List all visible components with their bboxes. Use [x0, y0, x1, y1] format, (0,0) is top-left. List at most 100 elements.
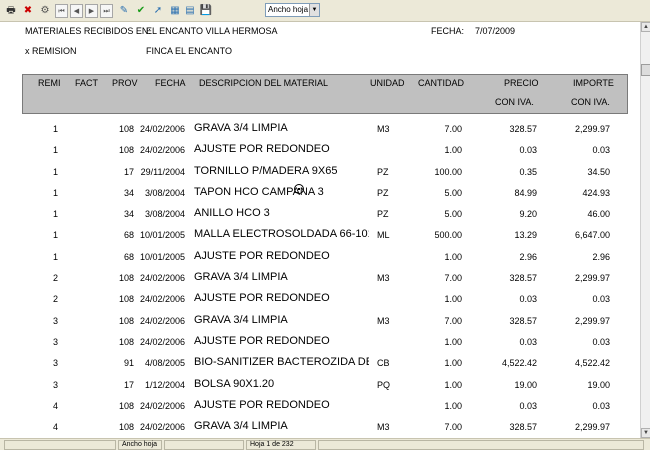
cell-desc: GRAVA 3/4 LIMPIA	[194, 420, 288, 433]
move-cursor-icon	[294, 184, 304, 194]
cell-fecha: 24/02/2006	[139, 294, 185, 305]
cell-prov: 17	[123, 166, 134, 177]
received-value: EL ENCANTO VILLA HERMOSA	[146, 26, 278, 36]
edit-icon[interactable]: ✎	[116, 3, 132, 19]
check-icon[interactable]: ✔	[133, 3, 149, 19]
cell-fecha: 29/11/2004	[140, 166, 185, 177]
cell-fecha: 3/08/2004	[144, 187, 185, 198]
table-icon[interactable]: ▤	[182, 3, 198, 19]
cell-remi: 3	[52, 379, 58, 390]
cell-desc: GRAVA 3/4 LIMPIA	[194, 271, 288, 284]
cell-prov: 91	[123, 358, 134, 369]
cell-importe: 0.03	[592, 145, 610, 156]
cell-cantidad: 1.00	[444, 336, 462, 347]
cell-precio: 0.03	[519, 400, 537, 411]
cell-remi: 4	[52, 400, 58, 411]
cell-precio: 328.57	[509, 315, 537, 326]
cell-precio: 0.03	[519, 145, 537, 156]
close-icon[interactable]: ✖	[20, 3, 36, 19]
cell-fecha: 24/02/2006	[139, 422, 185, 433]
print-icon[interactable]: 🖶	[3, 3, 19, 19]
col-fact: FACT	[75, 78, 99, 88]
cell-unidad: PQ	[377, 379, 391, 390]
col-desc: DESCRIPCION DEL MATERIAL	[199, 78, 329, 88]
cell-precio: 0.03	[519, 294, 537, 305]
cell-importe: 2,299.97	[574, 422, 610, 433]
vertical-scrollbar[interactable]: ▲ ▼	[640, 22, 650, 438]
cell-remi: 1	[52, 124, 58, 134]
save-icon[interactable]: 💾	[198, 3, 214, 19]
cell-prov: 108	[118, 336, 134, 347]
cell-remi: 1	[52, 166, 58, 177]
cell-unidad: M3	[377, 124, 390, 134]
cell-remi: 1	[52, 187, 58, 198]
cell-unidad: PZ	[377, 166, 389, 177]
cell-fecha: 24/02/2006	[139, 124, 185, 134]
date-value: 7/07/2009	[475, 26, 516, 36]
cell-fecha: 24/02/2006	[139, 273, 185, 284]
table-row: 4 108 24/02/2006 AJUSTE POR REDONDEO 1.00 0.0…	[0, 393, 640, 414]
cell-importe: 6,647.00	[574, 230, 610, 241]
zoom-select-value: Ancho hoja	[268, 5, 309, 14]
cell-unidad: ML	[377, 230, 390, 241]
cell-importe: 4,522.42	[574, 358, 610, 369]
cell-desc: AJUSTE POR REDONDEO	[194, 249, 330, 262]
cell-cantidad: 500.00	[434, 230, 462, 241]
last-page-icon[interactable]: ⏭	[100, 4, 113, 18]
first-page-icon[interactable]: ⏮	[55, 4, 68, 18]
remision-value: FINCA EL ENCANTO	[146, 46, 233, 56]
col-prov: PROV	[112, 78, 138, 88]
cell-desc: GRAVA 3/4 LIMPIA	[194, 313, 288, 326]
pointer-icon[interactable]: ➚	[150, 3, 166, 19]
cell-prov: 68	[123, 251, 134, 262]
scroll-thumb[interactable]	[641, 64, 650, 76]
cell-prov: 34	[123, 187, 134, 198]
cell-prov: 17	[123, 379, 134, 390]
settings-icon[interactable]: ⚙	[37, 3, 53, 19]
table-row: 2 108 24/02/2006 AJUSTE POR REDONDEO 1.00 0.0…	[0, 286, 640, 307]
scroll-down-icon[interactable]: ▼	[641, 428, 650, 438]
cell-cantidad: 100.00	[434, 166, 462, 177]
cell-prov: 108	[118, 145, 134, 156]
col-remi: REMI	[38, 78, 61, 88]
date-label: FECHA:	[431, 26, 465, 36]
chevron-down-icon[interactable]: ▼	[309, 4, 319, 16]
toolbar: 🖶 ✖ ⚙ ⏮ ◀ ▶ ⏭ ✎ ✔ ➚ ▦ ▤ 💾 Ancho hoja ▼	[0, 0, 650, 22]
status-cell-empty-2	[164, 440, 244, 450]
cell-unidad: CB	[377, 358, 390, 369]
cell-remi: 3	[52, 315, 58, 326]
cell-unidad: PZ	[377, 187, 389, 198]
prev-page-icon[interactable]: ◀	[70, 4, 83, 18]
cell-remi: 2	[52, 294, 58, 305]
cell-fecha: 24/02/2006	[139, 315, 185, 326]
cell-prov: 108	[118, 124, 134, 134]
cell-remi: 1	[52, 251, 58, 262]
cell-importe: 2,299.97	[574, 124, 610, 134]
cell-importe: 424.93	[582, 187, 610, 198]
cell-desc: AJUSTE POR REDONDEO	[194, 398, 330, 411]
cell-importe: 0.03	[592, 294, 610, 305]
cell-cantidad: 1.00	[444, 145, 462, 156]
cell-importe: 2,299.97	[574, 273, 610, 284]
cell-importe: 0.03	[592, 336, 610, 347]
table-row: 3 108 24/02/2006 GRAVA 3/4 LIMPIA M3 7.00 328.…	[0, 308, 640, 329]
cell-remi: 4	[52, 422, 58, 433]
cell-prov: 108	[118, 400, 134, 411]
table-row: 1 68 10/01/2005 AJUSTE POR REDONDEO 1.00 2.96…	[0, 244, 640, 265]
cell-desc: AJUSTE POR REDONDEO	[194, 143, 330, 156]
cell-prov: 68	[123, 230, 134, 241]
status-bar: Ancho hoja Hoja 1 de 232	[0, 438, 650, 450]
cell-remi: 1	[52, 209, 58, 220]
zoom-select[interactable]: Ancho hoja ▼	[265, 3, 320, 17]
cell-importe: 0.03	[592, 400, 610, 411]
cell-remi: 3	[52, 358, 58, 369]
cell-cantidad: 7.00	[444, 315, 462, 326]
cell-desc: TAPON HCO CAMPANA 3	[194, 185, 324, 198]
next-page-icon[interactable]: ▶	[85, 4, 98, 18]
cell-importe: 2,299.97	[574, 315, 610, 326]
column-header: REMI FACT PROV FECHA DESCRIPCION DEL MAT…	[22, 74, 628, 114]
scroll-up-icon[interactable]: ▲	[641, 22, 650, 32]
col-cantidad: CANTIDAD	[418, 78, 465, 88]
grid-icon[interactable]: ▦	[167, 3, 183, 19]
cell-fecha: 3/08/2004	[144, 209, 185, 220]
